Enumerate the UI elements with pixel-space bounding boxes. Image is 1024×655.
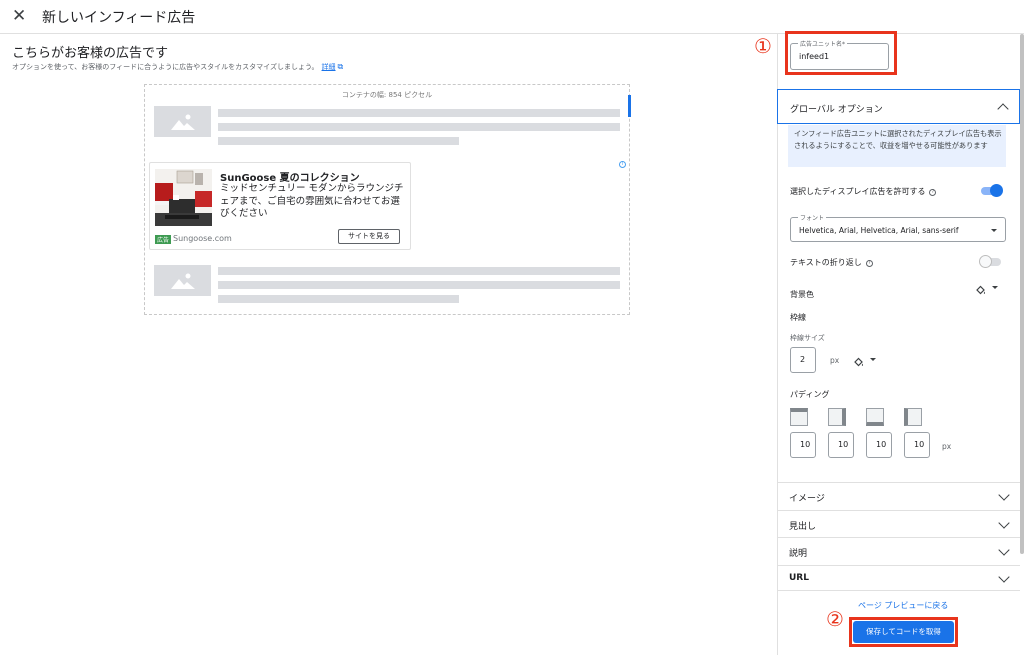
font-label: フォント [798,213,827,222]
placeholder-line [218,281,620,289]
padding-label: パディング [790,390,830,399]
global-options-label: グローバル オプション [790,105,883,115]
container-width-label: コンテナの幅: 854 ピクセル [341,91,433,99]
ad-unit-name-value[interactable]: infeed1 [799,52,829,61]
details-link[interactable]: 詳細 [322,63,336,71]
padding-left-icon [904,408,922,426]
allow-display-ads-toggle[interactable] [981,184,1003,197]
toggle-knob [990,184,1003,197]
ad-cta-button[interactable]: サイトを見る [338,229,400,244]
placeholder-image-icon [154,106,211,137]
panel-scrollbar[interactable] [1020,34,1024,554]
px-unit-label: px [942,442,952,451]
ad-badge: 広告 [155,235,172,244]
help-icon[interactable]: ? [865,260,873,267]
dropdown-arrow-icon [992,286,998,289]
border-color-picker[interactable] [853,353,876,372]
chevron-down-icon[interactable] [998,489,1010,501]
annotation-step-2: ② [826,607,844,631]
preview-scroll-marker [628,95,631,117]
section-label: 見出し [789,522,817,532]
preview-heading: こちらがお客様の広告です [12,46,169,61]
back-to-page-preview-link[interactable]: ページ プレビューに戻る [858,600,948,611]
page-title: 新しいインフィード広告 [42,10,196,26]
ad-description: ミッドセンチュリー モダンからラウンジチェアまで、ご自宅の雰囲気に合わせてお選び… [220,183,404,219]
placeholder-line [218,109,620,117]
info-text: インフィード広告ユニットに選択されたディスプレイ広告も表示されるようにすることで… [794,129,1002,150]
ad-product-image [155,169,212,226]
save-and-get-code-button[interactable]: 保存してコードを取得 [853,621,954,643]
chevron-down-icon[interactable] [998,517,1010,529]
dropdown-arrow-icon [870,358,876,361]
padding-right-input[interactable]: 10 [828,432,854,458]
placeholder-line [218,295,459,303]
section-label: 説明 [789,549,808,559]
background-color-picker[interactable] [975,281,998,300]
section-headline[interactable]: 見出し [777,510,1020,537]
border-size-label: 枠線サイズ [790,334,825,342]
external-link-icon: ⧉ [337,62,344,71]
preview-subtext: オプションを使って、お客様のフィードに合うように広告やスタイルをカスタマイズしま… [12,62,343,72]
text-wrap-label: テキストの折り返し [790,258,862,267]
close-icon[interactable]: ✕ [12,6,26,26]
chevron-up-icon[interactable] [997,103,1009,115]
allow-display-ads-row: 選択したディスプレイ広告を許可する? [790,186,937,197]
padding-top-icon [790,408,808,426]
section-url[interactable]: URL [777,565,1020,591]
paint-bucket-icon [976,285,985,295]
infeed-ad-card[interactable]: SunGoose 夏のコレクション ミッドセンチュリー モダンからラウンジチェア… [149,162,411,250]
placeholder-image-icon [154,265,211,296]
top-bar: ✕ 新しいインフィード広告 [0,0,1024,34]
background-color-label: 背景色 [790,290,814,299]
padding-bottom-icon [866,408,884,426]
padding-right-icon [828,408,846,426]
paint-bucket-icon [854,357,863,367]
placeholder-line [218,123,620,131]
text-wrap-toggle[interactable] [979,255,1001,268]
placeholder-line [218,267,620,275]
section-image[interactable]: イメージ [777,482,1020,510]
font-select[interactable]: フォント Helvetica, Arial, Helvetica, Arial,… [790,213,1006,242]
text-wrap-row: テキストの折り返し? [790,257,873,268]
font-value: Helvetica, Arial, Helvetica, Arial, sans… [799,226,959,235]
ad-container-preview: コンテナの幅: 854 ピクセル SunGoose 夏のコレクション ミッドセン… [144,84,631,315]
preview-subtext-text: オプションを使って、お客様のフィードに合うように広告やスタイルをカスタマイズしま… [12,63,319,71]
help-icon[interactable]: ? [929,189,937,196]
dropdown-arrow-icon [991,229,997,232]
padding-left-input[interactable]: 10 [904,432,930,458]
border-size-input[interactable]: 2 [790,347,816,373]
px-unit-label: px [830,356,840,365]
info-box: インフィード広告ユニットに選択されたディスプレイ広告も表示されるようにすることで… [788,125,1006,167]
toggle-knob [979,255,992,268]
annotation-step-1: ① [754,34,772,58]
placeholder-line [218,137,459,145]
padding-bottom-input[interactable]: 10 [866,432,892,458]
border-label: 枠線 [790,313,806,322]
padding-top-input[interactable]: 10 [790,432,816,458]
chevron-down-icon[interactable] [998,544,1010,556]
section-label: URL [789,573,809,583]
ad-title[interactable]: SunGoose 夏のコレクション [220,169,360,184]
ad-domain: Sungoose.com [173,234,232,243]
ad-unit-name-label: 広告ユニット名* [798,39,848,48]
section-label: イメージ [789,494,825,504]
section-description[interactable]: 説明 [777,537,1020,565]
adchoices-icon[interactable]: i [619,161,626,168]
chevron-down-icon[interactable] [998,571,1010,583]
global-options-header[interactable]: グローバル オプション [777,89,1020,124]
ad-unit-name-field[interactable]: 広告ユニット名* infeed1 [790,39,889,70]
allow-display-ads-label: 選択したディスプレイ広告を許可する [790,187,926,196]
